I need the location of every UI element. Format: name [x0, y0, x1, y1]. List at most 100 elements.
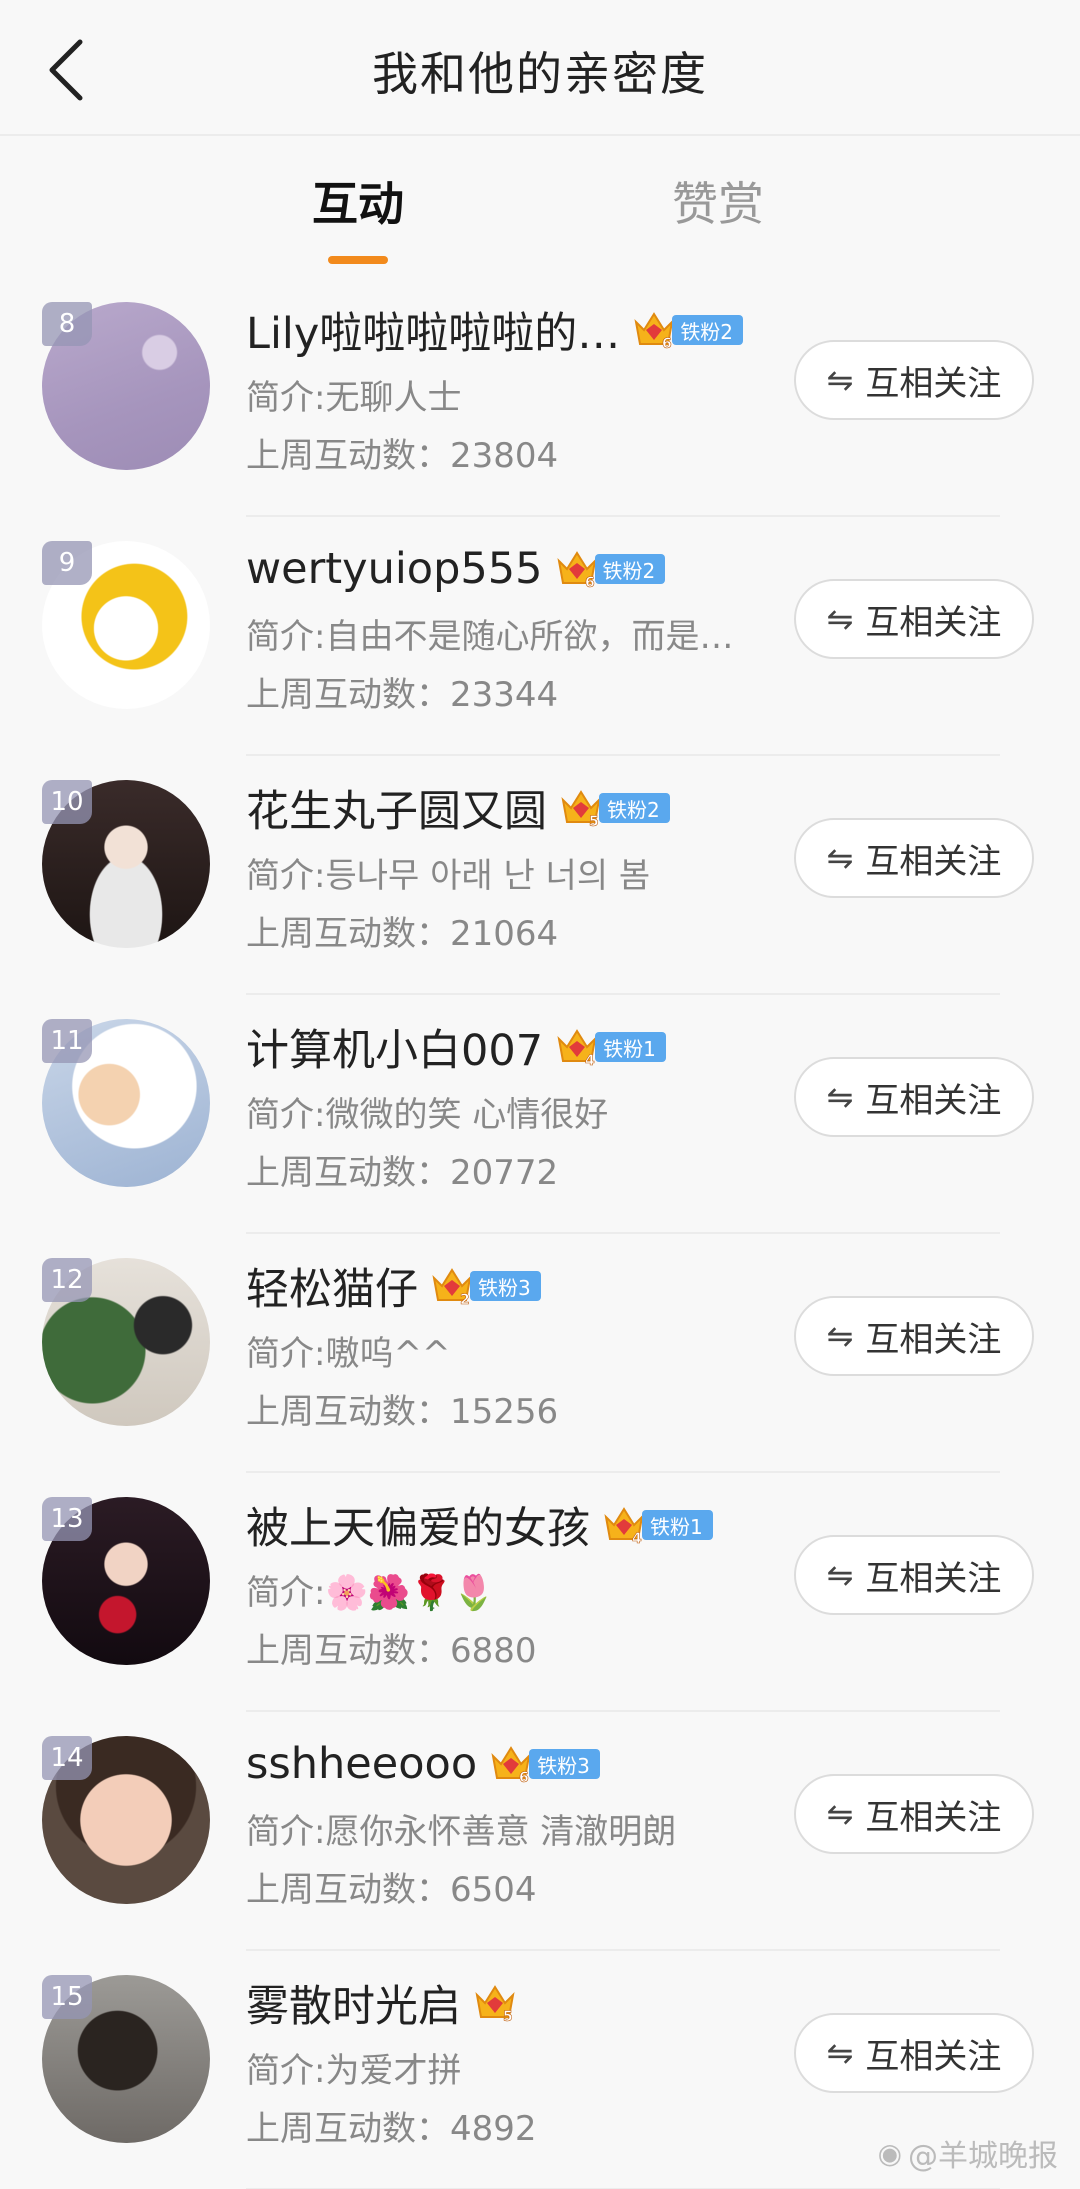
count-label: 上周互动数：: [246, 436, 450, 476]
list-item[interactable]: 9 wertyuiop555 6 铁粉2 简介:自由不是随心所欲，而是… 上周互…: [0, 517, 1080, 756]
app-screen: 我和他的亲密度 互动 赞赏 8 Lily啦啦啦啦啦的… 6 铁粉2 简介:无聊人…: [0, 0, 1080, 2189]
name-line: wertyuiop555 6 铁粉2: [246, 537, 666, 601]
mutual-follow-button[interactable]: ⇋ 互相关注: [794, 1774, 1034, 1854]
fan-level-tag: 铁粉3: [529, 1749, 600, 1779]
mutual-follow-button[interactable]: ⇋ 互相关注: [794, 340, 1034, 420]
crown-icon: 5: [475, 1985, 515, 2025]
fan-badge: 6 铁粉2: [632, 308, 744, 352]
active-tab-indicator: [328, 256, 388, 264]
fan-level-tag: 铁粉1: [595, 1032, 666, 1062]
swap-arrows-icon: ⇋: [826, 839, 854, 877]
list-item[interactable]: 14 sshheeooo 6 铁粉3 简介:愿你永怀善意 清澈明朗 上周互动数：…: [0, 1712, 1080, 1951]
count-value: 21064: [450, 914, 559, 954]
swap-arrows-icon: ⇋: [826, 600, 854, 638]
bio-text: 简介:嗷呜^^: [246, 1334, 451, 1374]
tab-reward[interactable]: 赞赏: [618, 168, 818, 234]
bio-text: 简介:등나무 아래 난 너의 봄: [246, 856, 651, 896]
crown-icon: 6: [634, 312, 674, 352]
crown-icon: 6: [491, 1746, 531, 1786]
count-value: 23804: [450, 436, 559, 476]
nickname[interactable]: 花生丸子圆又圆: [246, 777, 547, 839]
count-label: 上周互动数：: [246, 914, 450, 954]
count-value: 4892: [450, 2109, 537, 2149]
fan-badge: 4 铁粉1: [555, 1025, 666, 1069]
name-line: 被上天偏爱的女孩 4 铁粉1: [246, 1493, 713, 1557]
count-label: 上周互动数：: [246, 2109, 450, 2149]
fan-level-tag: 铁粉3: [470, 1271, 541, 1301]
rank-number: 14: [50, 1743, 84, 1773]
swap-arrows-icon: ⇋: [826, 361, 854, 399]
count-value: 15256: [450, 1392, 559, 1432]
interaction-count: 上周互动数：6880: [246, 1623, 537, 1672]
rank-badge: 8: [42, 302, 92, 346]
name-line: 计算机小白007 4 铁粉1: [246, 1015, 666, 1079]
page-title: 我和他的亲密度: [372, 47, 708, 101]
follow-button-label: 互相关注: [865, 602, 1002, 643]
count-label: 上周互动数：: [246, 1153, 450, 1193]
fan-badge: 4 铁粉1: [602, 1503, 713, 1547]
svg-text:5: 5: [503, 2009, 513, 2025]
rank-badge: 15: [42, 1975, 92, 2019]
bio-text: 简介:微微的笑 心情很好: [246, 1095, 609, 1135]
follow-button-label: 互相关注: [865, 2036, 1002, 2077]
mutual-follow-button[interactable]: ⇋ 互相关注: [794, 1057, 1034, 1137]
swap-arrows-icon: ⇋: [826, 1317, 854, 1355]
rank-badge: 12: [42, 1258, 92, 1302]
crown-icon: 4: [557, 1029, 597, 1069]
tab-bar: 互动 赞赏: [0, 168, 1080, 268]
tab-interaction[interactable]: 互动: [258, 168, 458, 234]
svg-text:6: 6: [519, 1770, 529, 1786]
fan-level-tag: 铁粉2: [599, 793, 670, 823]
interaction-count: 上周互动数：6504: [246, 1862, 537, 1911]
bio-text: 简介:🌸🌺🌹🌷: [246, 1573, 495, 1613]
rank-badge: 14: [42, 1736, 92, 1780]
mutual-follow-button[interactable]: ⇋ 互相关注: [794, 1296, 1034, 1376]
rank-badge: 11: [42, 1019, 92, 1063]
list-item[interactable]: 13 被上天偏爱的女孩 4 铁粉1 简介:🌸🌺🌹🌷 上周互动数：6880 ⇋ 互…: [0, 1473, 1080, 1712]
swap-arrows-icon: ⇋: [826, 1078, 854, 1116]
count-value: 23344: [450, 675, 559, 715]
crown-icon: 2: [432, 1268, 472, 1308]
bio-text: 简介:为爱才拼: [246, 2051, 462, 2091]
mutual-follow-button[interactable]: ⇋ 互相关注: [794, 818, 1034, 898]
nickname[interactable]: sshheeooo: [246, 1739, 477, 1789]
follow-button-label: 互相关注: [865, 1080, 1002, 1121]
nickname[interactable]: 雾散时光启: [246, 1972, 461, 2034]
bio-text: 简介:无聊人士: [246, 378, 462, 418]
mutual-follow-button[interactable]: ⇋ 互相关注: [794, 1535, 1034, 1615]
nickname[interactable]: 轻松猫仔: [246, 1255, 418, 1317]
rank-badge: 9: [42, 541, 92, 585]
count-label: 上周互动数：: [246, 1392, 450, 1432]
list-item[interactable]: 10 花生丸子圆又圆 5 铁粉2 简介:등나무 아래 난 너의 봄 上周互动数：…: [0, 756, 1080, 995]
name-line: sshheeooo 6 铁粉3: [246, 1732, 600, 1796]
rank-number: 9: [58, 548, 76, 578]
list-item[interactable]: 12 轻松猫仔 2 铁粉3 简介:嗷呜^^ 上周互动数：15256 ⇋ 互相关注: [0, 1234, 1080, 1473]
mutual-follow-button[interactable]: ⇋ 互相关注: [794, 2013, 1034, 2093]
svg-text:5: 5: [589, 814, 599, 830]
follow-button-label: 互相关注: [865, 1319, 1002, 1360]
mutual-follow-button[interactable]: ⇋ 互相关注: [794, 579, 1034, 659]
count-label: 上周互动数：: [246, 675, 450, 715]
svg-text:6: 6: [662, 336, 672, 352]
nickname[interactable]: 被上天偏爱的女孩: [246, 1494, 590, 1556]
swap-arrows-icon: ⇋: [826, 2034, 854, 2072]
count-label: 上周互动数：: [246, 1870, 450, 1910]
rank-number: 8: [58, 309, 76, 339]
follow-button-label: 互相关注: [865, 841, 1002, 882]
list-item[interactable]: 11 计算机小白007 4 铁粉1 简介:微微的笑 心情很好 上周互动数：207…: [0, 995, 1080, 1234]
svg-text:4: 4: [632, 1531, 642, 1547]
nickname[interactable]: Lily啦啦啦啦啦的…: [246, 299, 620, 361]
nickname[interactable]: 计算机小白007: [246, 1016, 543, 1078]
nickname[interactable]: wertyuiop555: [246, 544, 543, 594]
name-line: 雾散时光启 5: [246, 1971, 517, 2035]
interaction-count: 上周互动数：23804: [246, 428, 558, 477]
count-label: 上周互动数：: [246, 1631, 450, 1671]
interaction-count: 上周互动数：20772: [246, 1145, 558, 1194]
fan-badge: 5 铁粉2: [559, 786, 670, 830]
fan-badge: 6 铁粉3: [489, 1742, 600, 1786]
list-item[interactable]: 8 Lily啦啦啦啦啦的… 6 铁粉2 简介:无聊人士 上周互动数：23804 …: [0, 278, 1080, 517]
intimacy-list: 8 Lily啦啦啦啦啦的… 6 铁粉2 简介:无聊人士 上周互动数：23804 …: [0, 278, 1080, 2189]
count-value: 6880: [450, 1631, 537, 1671]
rank-number: 13: [50, 1504, 84, 1534]
name-line: Lily啦啦啦啦啦的… 6 铁粉2: [246, 298, 744, 362]
